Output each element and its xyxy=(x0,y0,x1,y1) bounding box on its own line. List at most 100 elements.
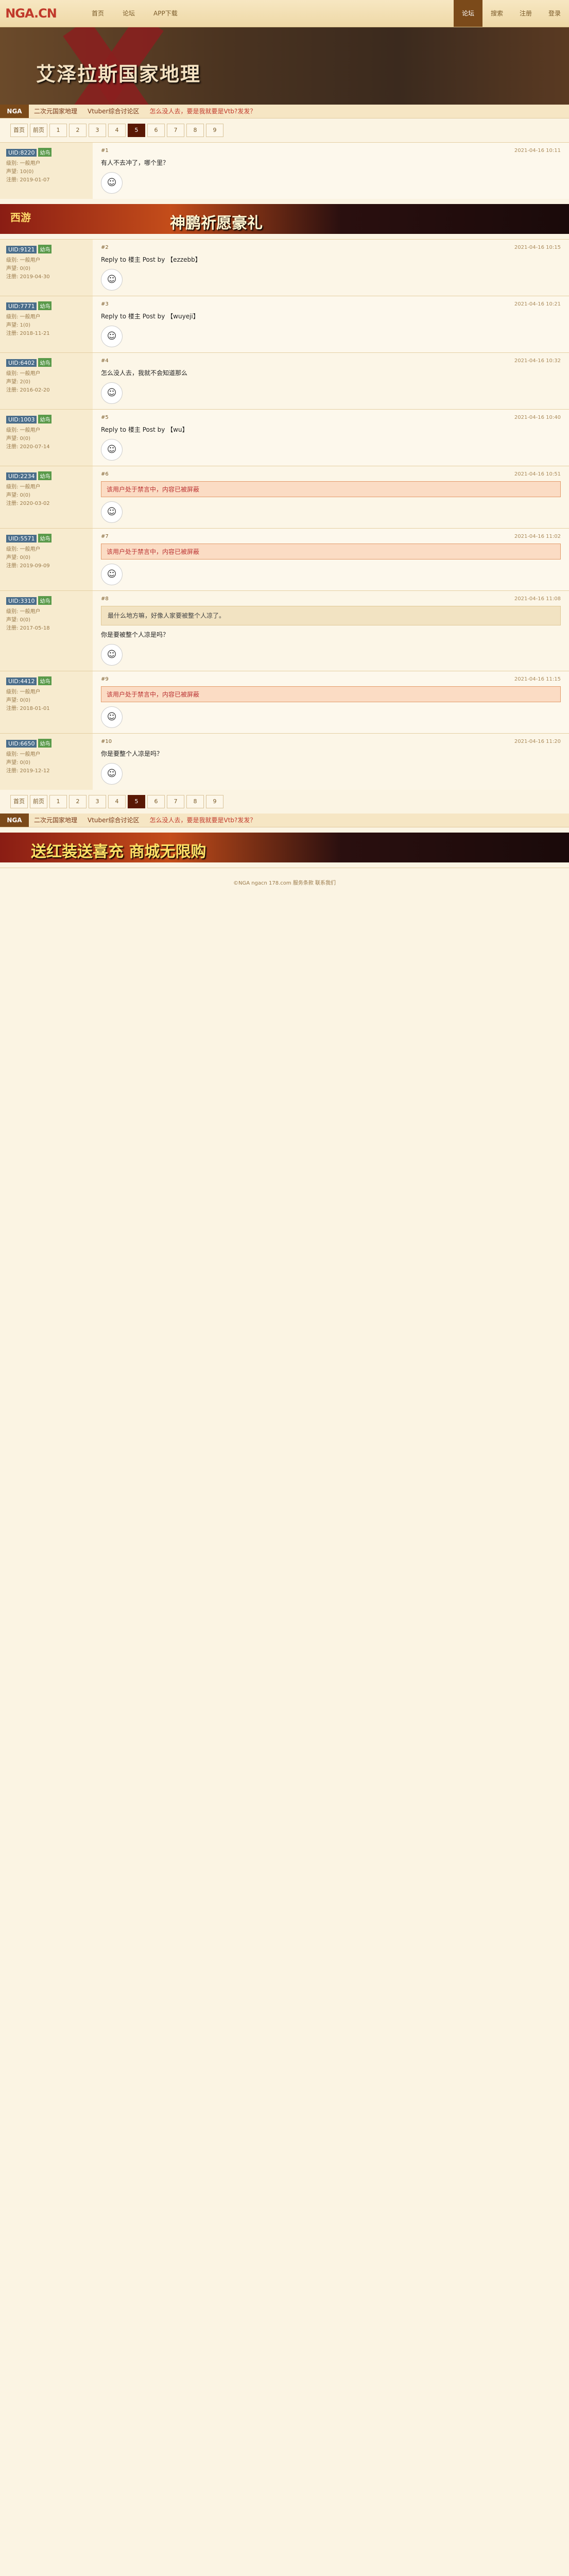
sticker-icon: ☺ xyxy=(101,439,123,461)
author-name[interactable]: UID:7771 xyxy=(6,302,37,310)
pager-page[interactable]: 8 xyxy=(186,795,204,808)
post-header: #6 2021-04-16 10:51 xyxy=(101,471,561,477)
ad-banner-bottom[interactable]: 送红装送喜充 商城无限购 xyxy=(0,833,569,862)
author-stat: 声望: 2(0) xyxy=(6,379,31,385)
post-time: 2021-04-16 10:15 xyxy=(514,245,561,250)
breadcrumb-item[interactable]: 二次元国家地理 xyxy=(29,105,82,118)
post: UID:5571 幼鸟 级别: 一般用户 声望: 0(0) 注册: 2019-09-09… xyxy=(0,528,569,590)
author-stat: 注册: 2020-03-02 xyxy=(6,501,50,506)
author-name[interactable]: UID:4412 xyxy=(6,677,37,685)
nav-login[interactable]: 登录 xyxy=(540,0,569,27)
breadcrumb-home[interactable]: NGA xyxy=(0,814,29,827)
post-floor[interactable]: #2 xyxy=(101,245,109,250)
breadcrumb: NGA 二次元国家地理 Vtuber综合讨论区 怎么没人去，要是我就要是Vtb?… xyxy=(0,105,569,118)
breadcrumb-thread-title[interactable]: 怎么没人去，要是我就要是Vtb?发发？ xyxy=(144,814,261,827)
breadcrumb-item[interactable]: Vtuber综合讨论区 xyxy=(82,105,144,118)
nav-app[interactable]: APP下载 xyxy=(144,0,187,27)
nav-forum[interactable]: 论坛 xyxy=(113,0,144,27)
author-stat: 级别: 一般用户 xyxy=(6,161,41,166)
author-stat: 注册: 2020-07-14 xyxy=(6,444,50,450)
pager-page[interactable]: 7 xyxy=(167,795,184,808)
author-name[interactable]: UID:5571 xyxy=(6,535,37,543)
post-floor[interactable]: #4 xyxy=(101,358,109,364)
author-stat: 注册: 2018-01-01 xyxy=(6,706,50,711)
pager-page[interactable]: 2 xyxy=(69,124,87,137)
author-name[interactable]: UID:9121 xyxy=(6,246,37,253)
ad-banner[interactable]: 西游 神鹏祈愿豪礼 xyxy=(0,204,569,234)
post-author: UID:6650 幼鸟 级别: 一般用户 声望: 0(0) 注册: 2019-12-12 xyxy=(0,734,93,790)
post-floor[interactable]: #8 xyxy=(101,596,109,602)
author-level-badge: 幼鸟 xyxy=(38,534,52,543)
pager-page[interactable]: 6 xyxy=(147,124,165,137)
post-header: #9 2021-04-16 11:15 xyxy=(101,676,561,682)
post-author: UID:3310 幼鸟 级别: 一般用户 声望: 0(0) 注册: 2017-05-18 xyxy=(0,591,93,671)
pager-prev[interactable]: 前页 xyxy=(30,124,47,137)
pager-page[interactable]: 1 xyxy=(49,124,67,137)
author-level-badge: 幼鸟 xyxy=(38,148,52,157)
nav-forum-active[interactable]: 论坛 xyxy=(454,0,482,27)
author-stat: 声望: 0(0) xyxy=(6,266,31,272)
post-floor[interactable]: #1 xyxy=(101,148,109,154)
author-name[interactable]: UID:6650 xyxy=(6,740,37,748)
pager-page[interactable]: 3 xyxy=(89,124,106,137)
post-floor[interactable]: #3 xyxy=(101,301,109,307)
top-nav: 首页 论坛 APP下载 xyxy=(82,0,187,27)
pager-bottom: 首页 前页 1 2 3 4 5 6 7 8 9 xyxy=(0,790,569,814)
pager-first[interactable]: 首页 xyxy=(10,795,28,808)
post: UID:7771 幼鸟 级别: 一般用户 声望: 1(0) 注册: 2018-11-21… xyxy=(0,296,569,352)
pager-page-current[interactable]: 5 xyxy=(128,124,145,137)
top-right-nav: 论坛 搜索 注册 登录 xyxy=(454,0,569,27)
post: UID:2234 幼鸟 级别: 一般用户 声望: 0(0) 注册: 2020-03-02… xyxy=(0,466,569,528)
sticker-icon: ☺ xyxy=(101,382,123,404)
pager-page[interactable]: 4 xyxy=(108,795,126,808)
pager-page[interactable]: 1 xyxy=(49,795,67,808)
site-logo[interactable]: NGA.CN xyxy=(0,0,62,27)
post-floor[interactable]: #10 xyxy=(101,739,112,744)
nav-home[interactable]: 首页 xyxy=(82,0,113,27)
author-name[interactable]: UID:1003 xyxy=(6,416,37,423)
post-body: #4 2021-04-16 10:32 怎么没人去，我就不会知道那么 ☺ xyxy=(93,353,569,409)
pager-page[interactable]: 9 xyxy=(206,795,223,808)
author-stat: 级别: 一般用户 xyxy=(6,609,41,615)
sticker-icon: ☺ xyxy=(101,172,123,194)
author-name[interactable]: UID:6402 xyxy=(6,359,37,367)
sticker-icon: ☺ xyxy=(101,326,123,347)
post-author: UID:9121 幼鸟 级别: 一般用户 声望: 0(0) 注册: 2019-04-30 xyxy=(0,240,93,296)
nav-register[interactable]: 注册 xyxy=(511,0,540,27)
author-name[interactable]: UID:8220 xyxy=(6,149,37,157)
breadcrumb-item[interactable]: Vtuber综合讨论区 xyxy=(82,814,144,827)
breadcrumb-bottom: NGA 二次元国家地理 Vtuber综合讨论区 怎么没人去，要是我就要是Vtb?… xyxy=(0,814,569,827)
author-level-badge: 幼鸟 xyxy=(38,739,52,748)
author-stat: 注册: 2017-05-18 xyxy=(6,625,50,631)
post-header: #2 2021-04-16 10:15 xyxy=(101,245,561,250)
post: UID:8220 幼鸟 级别: 一般用户 声望: 10(0) 注册: 2019-01-0… xyxy=(0,142,569,199)
pager-page[interactable]: 2 xyxy=(69,795,87,808)
breadcrumb-home[interactable]: NGA xyxy=(0,105,29,118)
sticker-icon: ☺ xyxy=(101,763,123,785)
author-stat: 注册: 2019-09-09 xyxy=(6,563,50,569)
pager-page[interactable]: 7 xyxy=(167,124,184,137)
pager-page[interactable]: 6 xyxy=(147,795,165,808)
post-body: #9 2021-04-16 11:15 该用户处于禁言中，内容已被屏蔽 ☺ xyxy=(93,671,569,733)
pager-page[interactable]: 3 xyxy=(89,795,106,808)
post-floor[interactable]: #7 xyxy=(101,534,109,539)
pager-page[interactable]: 4 xyxy=(108,124,126,137)
post-floor[interactable]: #6 xyxy=(101,471,109,477)
post-floor[interactable]: #9 xyxy=(101,676,109,682)
post-blocked-notice: 该用户处于禁言中，内容已被屏蔽 xyxy=(101,481,561,497)
pager-page-current[interactable]: 5 xyxy=(128,795,145,808)
breadcrumb-item[interactable]: 二次元国家地理 xyxy=(29,814,82,827)
pager-page[interactable]: 8 xyxy=(186,124,204,137)
post: UID:4412 幼鸟 级别: 一般用户 声望: 0(0) 注册: 2018-01-01… xyxy=(0,671,569,733)
pager-first[interactable]: 首页 xyxy=(10,124,28,137)
nav-search[interactable]: 搜索 xyxy=(482,0,511,27)
post: UID:3310 幼鸟 级别: 一般用户 声望: 0(0) 注册: 2017-05-18… xyxy=(0,590,569,671)
author-name[interactable]: UID:2234 xyxy=(6,472,37,480)
pager-prev[interactable]: 前页 xyxy=(30,795,47,808)
pager-page[interactable]: 9 xyxy=(206,124,223,137)
author-name[interactable]: UID:3310 xyxy=(6,597,37,605)
sticker-icon: ☺ xyxy=(101,644,123,666)
post-floor[interactable]: #5 xyxy=(101,415,109,420)
breadcrumb-thread-title[interactable]: 怎么没人去，要是我就要是Vtb?发发？ xyxy=(144,105,261,118)
author-stat: 声望: 0(0) xyxy=(6,493,31,498)
